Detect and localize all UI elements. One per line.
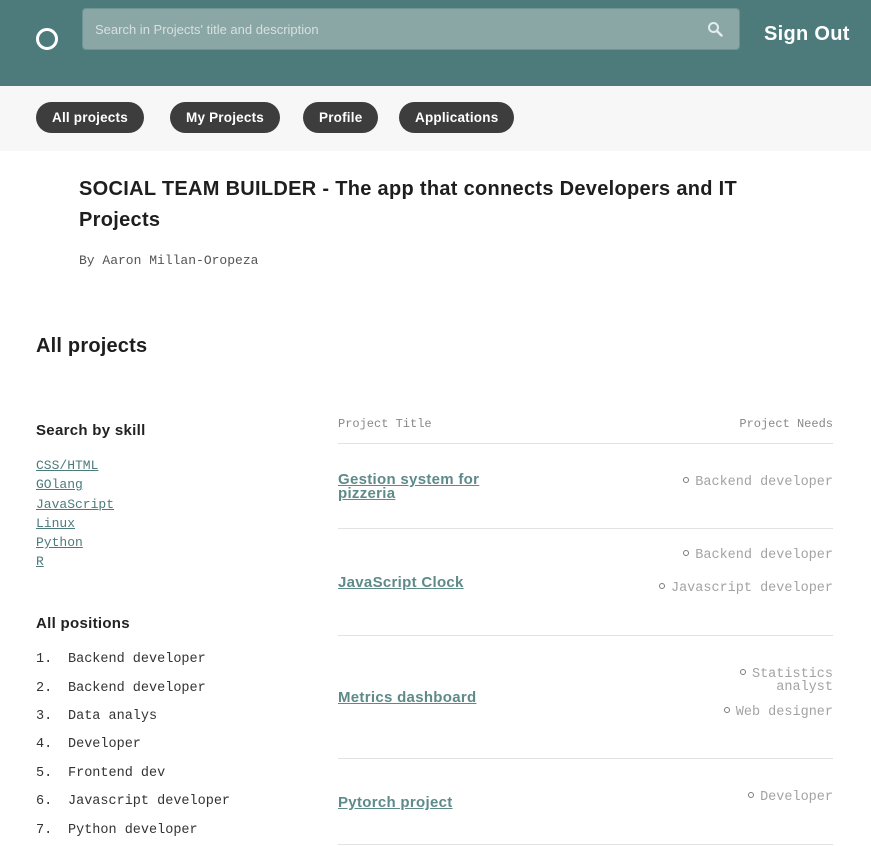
page-title: SOCIAL TEAM BUILDER - The app that conne… [79,178,738,231]
bullet-circle-icon [683,550,690,557]
position-item: 3. Data analys [36,709,157,724]
project-need: Javascript developer [658,581,833,596]
positions-heading: All positions [36,615,130,632]
row-divider [338,844,833,845]
nav-profile-button[interactable]: Profile [303,102,379,133]
position-number: 5. [36,766,53,781]
project-need: Backend developer [683,549,833,562]
project-title-link[interactable]: JavaScript Clock [338,575,464,590]
position-label: Developer [68,737,141,752]
bullet-circle-icon [739,669,746,676]
position-item: 4. Developer [36,737,141,752]
position-label: Python developer [68,823,198,838]
position-label: Javascript developer [68,794,231,809]
project-need-label: Javascript developer [670,581,833,596]
project-need-label: Backend developer [695,548,833,563]
project-title-link[interactable]: Gestion system for pizzeria [338,472,528,501]
position-label: Data analys [68,709,158,724]
nav-strip: All projects My Projects Profile Applica… [0,86,871,151]
search-input[interactable] [83,9,683,49]
position-item: 7. Python developer [36,823,198,838]
section-title: All projects [36,335,148,357]
position-number: 4. [36,737,53,752]
position-number: 7. [36,823,53,838]
position-number: 6. [36,794,53,809]
bullet-circle-icon [658,583,665,590]
position-label: Backend developer [68,652,206,667]
bullet-circle-icon [748,792,755,799]
row-divider [338,635,833,636]
position-label: Backend developer [68,681,206,696]
skill-link[interactable]: JavaScript [36,497,114,512]
author-byline: By Aaron Millan-Oropeza [79,253,259,268]
column-header-title: Project Title [338,417,432,431]
project-title-link[interactable]: Pytorch project [338,795,453,810]
search-icon[interactable] [707,21,723,37]
nav-my-projects-button[interactable]: My Projects [170,102,280,133]
skill-link[interactable]: R [36,554,44,569]
position-number: 2. [36,681,53,696]
position-item: 6. Javascript developer [36,794,230,809]
skill-link[interactable]: GOlang [36,477,83,492]
project-need: Statistics analyst [733,668,833,694]
row-divider [338,758,833,759]
project-need-label: Backend developer [695,475,833,490]
skill-link[interactable]: CSS/HTML [36,458,98,473]
project-need: Developer [748,791,833,804]
bullet-circle-icon [683,477,690,484]
project-need: Web designer [723,705,833,720]
nav-applications-button[interactable]: Applications [399,102,515,133]
position-item: 2. Backend developer [36,681,206,696]
top-bar: Sign Out [0,0,871,86]
bullet-circle-icon [723,707,730,714]
logo-circle-icon[interactable] [36,28,58,50]
skill-link[interactable]: Python [36,535,83,550]
position-number: 1. [36,652,53,667]
column-header-needs: Project Needs [739,417,833,431]
row-divider [338,528,833,529]
row-divider [338,443,833,444]
position-item: 5. Frontend dev [36,766,165,781]
position-number: 3. [36,709,53,724]
position-label: Frontend dev [68,766,166,781]
skills-heading: Search by skill [36,422,146,439]
project-need-label: Developer [760,790,833,805]
project-need-label: Web designer [735,705,833,720]
project-need: Backend developer [683,476,833,489]
nav-all-projects-button[interactable]: All projects [36,102,144,133]
project-need-label: Statistics analyst [751,667,833,695]
search-box[interactable] [82,8,740,50]
position-item: 1. Backend developer [36,652,206,667]
skill-link[interactable]: Linux [36,516,75,531]
project-title-link[interactable]: Metrics dashboard [338,690,476,705]
sign-out-link[interactable]: Sign Out [764,23,850,46]
